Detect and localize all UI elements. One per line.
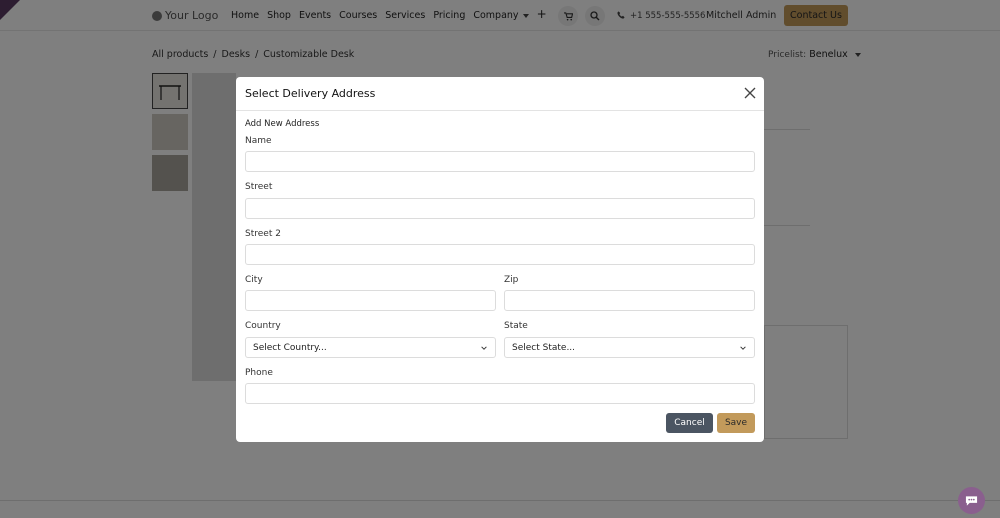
close-button[interactable] bbox=[743, 86, 757, 100]
state-label: State bbox=[504, 321, 528, 331]
live-chat-button[interactable] bbox=[958, 487, 985, 514]
street-input[interactable] bbox=[245, 198, 755, 219]
state-select-value: Select State... bbox=[512, 342, 576, 353]
country-label: Country bbox=[245, 321, 281, 331]
zip-input[interactable] bbox=[504, 290, 755, 311]
close-icon bbox=[744, 87, 756, 99]
zip-label: Zip bbox=[504, 275, 519, 285]
phone-input[interactable] bbox=[245, 383, 755, 404]
city-label: City bbox=[245, 275, 263, 285]
city-input[interactable] bbox=[245, 290, 496, 311]
country-select[interactable]: Select Country... bbox=[245, 337, 496, 358]
delivery-address-dialog: Select Delivery Address Add New Address … bbox=[236, 77, 764, 442]
name-label: Name bbox=[245, 136, 272, 146]
section-title: Add New Address bbox=[245, 119, 320, 129]
state-select[interactable]: Select State... bbox=[504, 337, 755, 358]
chevron-down-icon bbox=[481, 345, 487, 350]
street2-input[interactable] bbox=[245, 244, 755, 265]
save-button[interactable]: Save bbox=[717, 413, 755, 433]
chat-icon bbox=[965, 495, 978, 506]
name-input[interactable] bbox=[245, 151, 755, 172]
country-select-value: Select Country... bbox=[253, 342, 327, 353]
street-label: Street bbox=[245, 182, 273, 192]
cancel-button[interactable]: Cancel bbox=[666, 413, 713, 433]
phone-label: Phone bbox=[245, 368, 273, 378]
chevron-down-icon bbox=[740, 345, 746, 350]
dialog-title: Select Delivery Address bbox=[245, 87, 376, 100]
dialog-header: Select Delivery Address bbox=[236, 77, 764, 111]
street2-label: Street 2 bbox=[245, 229, 281, 239]
